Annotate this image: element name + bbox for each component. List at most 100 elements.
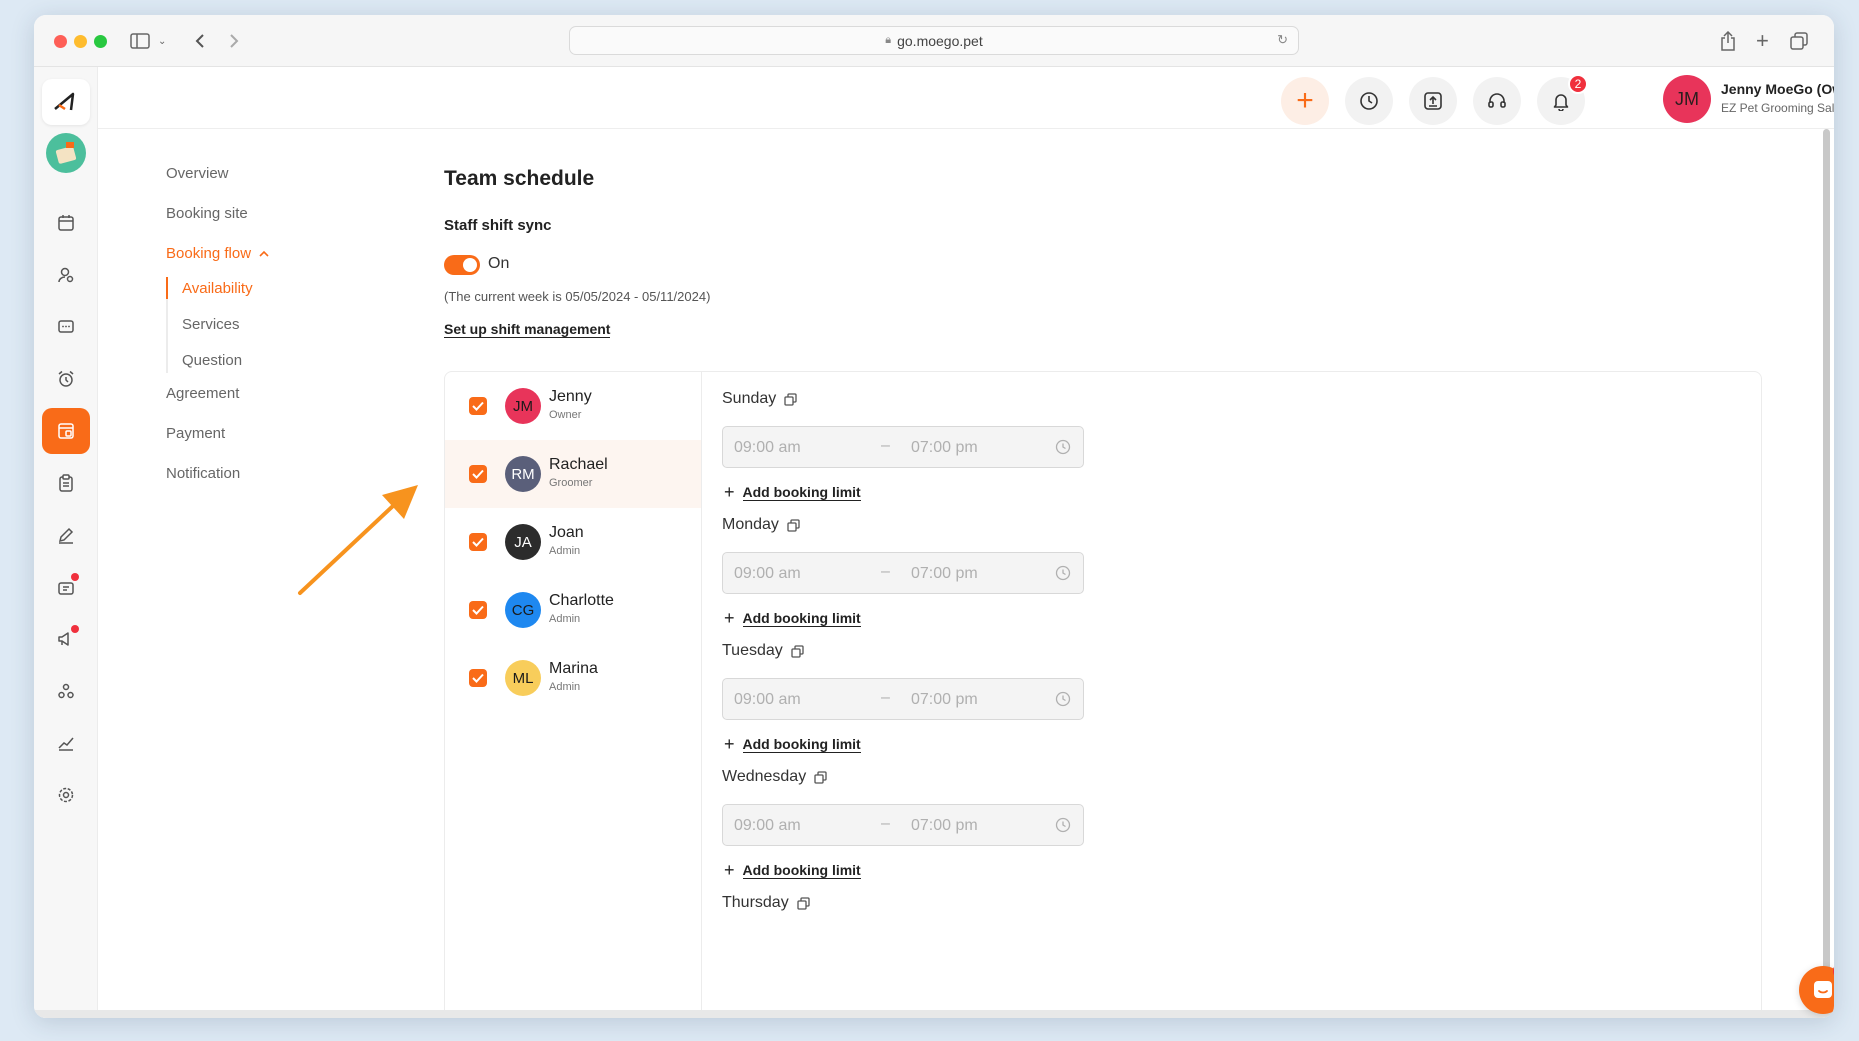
end-time[interactable]: 07:00 pm xyxy=(911,565,978,583)
sidebar-item-payment[interactable]: Payment xyxy=(166,425,225,442)
staff-role: Admin xyxy=(549,545,581,557)
avatar: JM xyxy=(505,388,541,424)
staff-role: Owner xyxy=(549,409,582,421)
moego-logo[interactable] xyxy=(42,79,90,125)
day-title: Tuesday xyxy=(722,642,804,660)
settings-icon[interactable] xyxy=(42,772,90,818)
alarm-clock-icon[interactable] xyxy=(42,356,90,402)
upload-icon[interactable] xyxy=(1409,77,1457,125)
end-time[interactable]: 07:00 pm xyxy=(911,691,978,709)
start-time[interactable]: 09:00 am xyxy=(734,439,801,457)
chat-icon xyxy=(1814,981,1832,998)
salon-avatar[interactable] xyxy=(46,133,86,173)
clock-icon[interactable] xyxy=(1345,77,1393,125)
user-avatar[interactable]: JM xyxy=(1663,75,1711,123)
sidebar-item-question[interactable]: Question xyxy=(182,352,242,369)
time-range-input[interactable]: 09:00 am – 07:00 pm xyxy=(722,804,1084,846)
current-week-note: (The current week is 05/05/2024 - 05/11/… xyxy=(444,289,711,304)
sidebar-item-notification[interactable]: Notification xyxy=(166,465,240,482)
day-sunday: Sunday 09:00 am – 07:00 pm + Add booking… xyxy=(722,372,1122,512)
avatar: RM xyxy=(505,456,541,492)
pen-icon[interactable] xyxy=(42,512,90,558)
day-title: Wednesday xyxy=(722,768,827,786)
clipboard-icon[interactable] xyxy=(42,460,90,506)
copy-icon[interactable] xyxy=(791,644,804,658)
chevron-down-icon[interactable]: ⌄ xyxy=(158,29,166,53)
setup-shift-management-link[interactable]: Set up shift management xyxy=(444,321,611,338)
staff-checkbox[interactable] xyxy=(469,533,487,551)
staff-row[interactable]: RM Rachael Groomer xyxy=(445,440,701,508)
copy-icon[interactable] xyxy=(787,518,800,532)
range-separator: – xyxy=(881,563,890,580)
day-title: Sunday xyxy=(722,390,797,408)
weekday-schedule: Sunday 09:00 am – 07:00 pm + Add booking… xyxy=(702,372,1762,1018)
staff-row[interactable]: CG Charlotte Admin xyxy=(445,576,701,644)
copy-icon[interactable] xyxy=(784,392,797,406)
notifications-bell-icon[interactable]: 2 xyxy=(1537,74,1588,125)
user-name[interactable]: Jenny MoeGo (Owner) xyxy=(1721,81,1834,97)
retail-icon[interactable] xyxy=(42,564,90,610)
day-wednesday: Wednesday 09:00 am – 07:00 pm + Add book… xyxy=(722,750,1122,890)
staff-checkbox[interactable] xyxy=(469,465,487,483)
staff-checkbox[interactable] xyxy=(469,397,487,415)
day-name: Monday xyxy=(722,516,779,533)
reload-icon[interactable]: ↻ xyxy=(1277,32,1288,48)
range-separator: – xyxy=(881,815,890,832)
staff-list: JM Jenny Owner RM Rachael Groomer JA Joa… xyxy=(445,372,702,1018)
end-time[interactable]: 07:00 pm xyxy=(911,439,978,457)
start-time[interactable]: 09:00 am xyxy=(734,691,801,709)
day-title: Thursday xyxy=(722,894,810,912)
calendar-icon[interactable] xyxy=(42,200,90,246)
new-tab-icon[interactable]: + xyxy=(1756,28,1769,53)
horizontal-scrollbar[interactable] xyxy=(34,1010,1834,1018)
sidebar-item-services[interactable]: Services xyxy=(182,316,240,333)
staff-shift-sync-toggle[interactable] xyxy=(444,255,480,275)
url-text: go.moego.pet xyxy=(897,32,983,49)
copy-icon[interactable] xyxy=(814,770,827,784)
staff-checkbox[interactable] xyxy=(469,669,487,687)
reports-icon[interactable] xyxy=(42,720,90,766)
add-button[interactable]: + xyxy=(1281,77,1329,125)
day-name: Thursday xyxy=(722,894,789,911)
online-booking-icon[interactable] xyxy=(42,408,90,454)
time-range-input[interactable]: 09:00 am – 07:00 pm xyxy=(722,426,1084,468)
sidebar-toggle-icon[interactable] xyxy=(130,29,150,53)
staff-name: Marina xyxy=(549,660,598,677)
services-icon[interactable] xyxy=(42,668,90,714)
toggle-state-text: On xyxy=(488,255,510,272)
share-icon[interactable] xyxy=(1720,29,1736,53)
staff-row[interactable]: JA Joan Admin xyxy=(445,508,701,576)
staff-row[interactable]: ML Marina Admin xyxy=(445,644,701,712)
headset-icon[interactable] xyxy=(1473,77,1521,125)
staff-row[interactable]: JM Jenny Owner xyxy=(445,372,701,440)
start-time[interactable]: 09:00 am xyxy=(734,817,801,835)
sidebar-item-agreement[interactable]: Agreement xyxy=(166,385,239,402)
sidebar-item-overview[interactable]: Overview xyxy=(166,165,229,182)
forward-icon[interactable] xyxy=(228,29,240,53)
end-time[interactable]: 07:00 pm xyxy=(911,817,978,835)
minimize-window-button[interactable] xyxy=(74,35,87,48)
app-header: + 2 JM Jenny MoeGo (Owner) EZ Pet Groomi… xyxy=(98,67,1834,129)
staff-checkbox[interactable] xyxy=(469,601,487,619)
tab-overview-icon[interactable] xyxy=(1790,29,1808,53)
lock-icon: 🔒︎ xyxy=(885,34,892,46)
sidebar-item-booking-flow[interactable]: Booking flow xyxy=(166,245,269,262)
maximize-window-button[interactable] xyxy=(94,35,107,48)
check-icon xyxy=(472,537,484,547)
back-icon[interactable] xyxy=(194,29,206,53)
vertical-scrollbar[interactable] xyxy=(1823,129,1830,989)
messages-icon[interactable] xyxy=(42,304,90,350)
start-time[interactable]: 09:00 am xyxy=(734,565,801,583)
close-window-button[interactable] xyxy=(54,35,67,48)
url-bar[interactable]: 🔒︎ go.moego.pet ↻ xyxy=(569,26,1299,55)
submenu-active-indicator xyxy=(166,277,168,299)
clients-icon[interactable] xyxy=(42,252,90,298)
copy-icon[interactable] xyxy=(797,896,810,910)
main-content: Team schedule Staff shift sync On (The c… xyxy=(378,129,1834,1018)
marketing-icon[interactable] xyxy=(42,616,90,662)
staff-name: Joan xyxy=(549,524,584,541)
time-range-input[interactable]: 09:00 am – 07:00 pm xyxy=(722,552,1084,594)
sidebar-item-booking-site[interactable]: Booking site xyxy=(166,205,248,222)
time-range-input[interactable]: 09:00 am – 07:00 pm xyxy=(722,678,1084,720)
sidebar-item-availability[interactable]: Availability xyxy=(182,280,253,297)
